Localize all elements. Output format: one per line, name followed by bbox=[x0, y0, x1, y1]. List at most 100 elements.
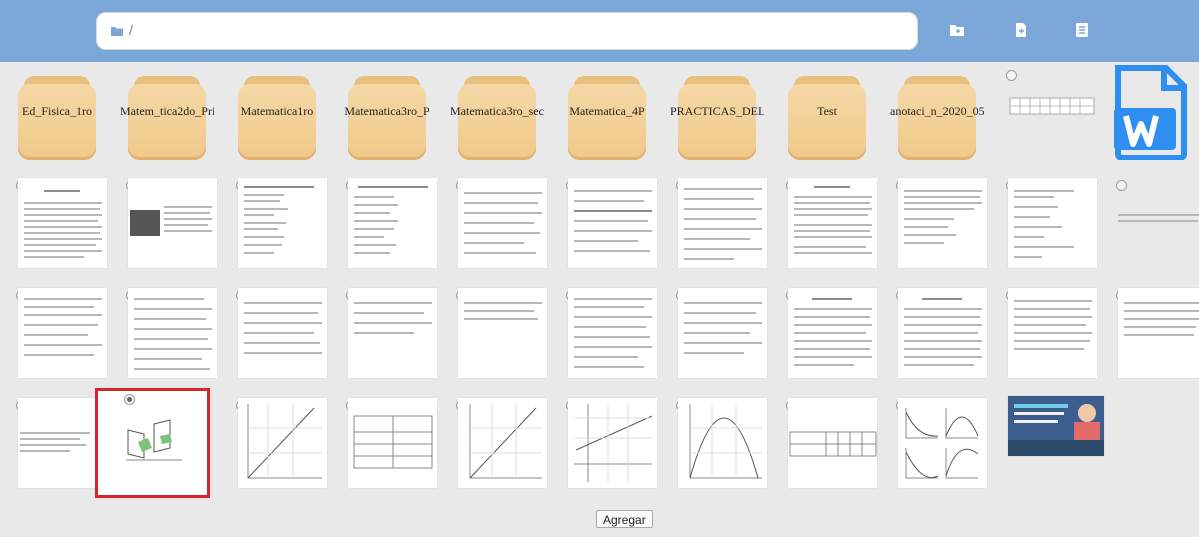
document-thumbnail bbox=[18, 178, 107, 268]
file-item[interactable] bbox=[118, 282, 225, 390]
graphs-thumbnail bbox=[898, 398, 987, 488]
file-item[interactable] bbox=[668, 392, 775, 500]
file-item[interactable] bbox=[558, 282, 665, 390]
file-item[interactable] bbox=[998, 172, 1105, 280]
document-thumbnail bbox=[458, 178, 547, 268]
file-item[interactable] bbox=[888, 392, 995, 500]
folder-item[interactable]: Matematica3ro_P bbox=[338, 62, 445, 170]
current-path: / bbox=[129, 22, 133, 38]
drawing-thumbnail bbox=[120, 416, 188, 473]
document-thumbnail bbox=[128, 288, 217, 378]
folder-graphic: Matematica3ro_secur bbox=[450, 76, 544, 160]
file-item[interactable] bbox=[558, 392, 665, 500]
document-thumbnail bbox=[678, 288, 767, 378]
document-thumbnail bbox=[238, 178, 327, 268]
file-item[interactable] bbox=[1108, 282, 1199, 390]
image-thumbnail bbox=[1008, 396, 1104, 456]
file-item[interactable] bbox=[448, 392, 555, 500]
file-item[interactable] bbox=[448, 282, 555, 390]
folder-item[interactable]: Ed_Fisica_1ro bbox=[8, 62, 115, 170]
graph-thumbnail bbox=[678, 398, 767, 488]
folder-label: anotaci_n_2020_05_( bbox=[890, 104, 984, 118]
path-bar[interactable]: / bbox=[96, 12, 918, 50]
file-item-selected[interactable] bbox=[94, 388, 212, 502]
folder-graphic: Matematica3ro_P bbox=[344, 76, 430, 160]
file-item[interactable] bbox=[558, 172, 665, 280]
new-folder-button[interactable] bbox=[948, 21, 966, 39]
file-item[interactable] bbox=[998, 392, 1105, 500]
folder-label: Matem_tica2do_Prim bbox=[120, 104, 214, 118]
document-thumbnail bbox=[898, 288, 987, 378]
folder-item[interactable]: Matem_tica2do_Prim bbox=[118, 62, 225, 170]
document-thumbnail bbox=[458, 288, 547, 378]
graph-thumbnail bbox=[458, 398, 547, 488]
add-button[interactable]: Agregar bbox=[596, 510, 653, 528]
file-item[interactable] bbox=[448, 172, 555, 280]
file-item[interactable] bbox=[1108, 172, 1199, 280]
file-item[interactable] bbox=[338, 392, 445, 500]
file-item[interactable] bbox=[228, 172, 335, 280]
file-item[interactable] bbox=[888, 282, 995, 390]
folder-label: Matematica1ro bbox=[240, 104, 314, 118]
folder-label: PRACTICAS_DEL_I bbox=[670, 104, 764, 118]
file-item[interactable] bbox=[778, 282, 885, 390]
table-thumbnail bbox=[788, 398, 877, 488]
folder-label: Matematica_4P bbox=[569, 104, 645, 118]
file-item[interactable] bbox=[228, 392, 335, 500]
table-thumbnail bbox=[348, 398, 437, 488]
new-file-button[interactable] bbox=[1012, 21, 1030, 39]
list-view-button[interactable] bbox=[1073, 21, 1091, 39]
document-thumbnail bbox=[898, 178, 987, 268]
folder-graphic: Test bbox=[788, 76, 866, 160]
document-thumbnail bbox=[568, 178, 657, 268]
document-thumbnail bbox=[788, 178, 877, 268]
list-icon bbox=[1076, 23, 1088, 37]
file-item[interactable] bbox=[118, 172, 225, 280]
select-radio[interactable] bbox=[1116, 180, 1127, 191]
folder-graphic: Ed_Fisica_1ro bbox=[18, 76, 96, 160]
folder-item[interactable]: Test bbox=[778, 62, 885, 170]
folder-graphic: PRACTICAS_DEL_I bbox=[670, 76, 764, 160]
graph-thumbnail bbox=[568, 398, 657, 488]
file-item[interactable] bbox=[338, 172, 445, 280]
document-thumbnail bbox=[18, 288, 107, 378]
document-thumbnail bbox=[238, 288, 327, 378]
file-item[interactable] bbox=[338, 282, 445, 390]
file-item[interactable] bbox=[8, 282, 115, 390]
folder-label: Test bbox=[817, 104, 837, 118]
folder-item[interactable]: Matematica1ro bbox=[228, 62, 335, 170]
word-document-icon bbox=[1114, 64, 1188, 165]
top-bar: / bbox=[0, 0, 1199, 62]
file-item[interactable] bbox=[8, 172, 115, 280]
document-thumbnail bbox=[568, 288, 657, 378]
file-item[interactable] bbox=[228, 282, 335, 390]
folder-label: Matematica3ro_secur bbox=[450, 104, 544, 118]
file-item[interactable] bbox=[778, 172, 885, 280]
select-radio[interactable] bbox=[1006, 70, 1017, 81]
file-item[interactable] bbox=[998, 282, 1105, 390]
folder-icon bbox=[110, 24, 124, 42]
folder-label: Ed_Fisica_1ro bbox=[22, 104, 92, 118]
document-thumbnail bbox=[1118, 288, 1199, 378]
file-item[interactable] bbox=[778, 392, 885, 500]
folder-item[interactable]: Matematica3ro_secur bbox=[448, 62, 555, 170]
folder-item[interactable]: PRACTICAS_DEL_I bbox=[668, 62, 775, 170]
file-grid: Ed_Fisica_1ro Matem_tica2do_Prim Matemat… bbox=[6, 62, 1199, 502]
folder-item[interactable]: anotaci_n_2020_05_( bbox=[888, 62, 995, 170]
folder-plus-icon bbox=[950, 25, 964, 36]
document-thumbnail bbox=[678, 178, 767, 268]
document-thumbnail bbox=[1118, 210, 1199, 230]
document-thumbnail bbox=[1008, 178, 1097, 268]
file-item[interactable] bbox=[668, 282, 775, 390]
file-item[interactable] bbox=[668, 172, 775, 280]
file-item[interactable] bbox=[888, 172, 995, 280]
file-item[interactable] bbox=[998, 62, 1105, 170]
folder-graphic: Matematica_4P bbox=[568, 76, 646, 160]
select-radio[interactable] bbox=[124, 394, 135, 405]
document-thumbnail bbox=[348, 178, 437, 268]
file-item[interactable] bbox=[1108, 62, 1199, 170]
document-thumbnail bbox=[1008, 288, 1097, 378]
folder-item[interactable]: Matematica_4P bbox=[558, 62, 665, 170]
folder-graphic: Matem_tica2do_Prim bbox=[120, 76, 214, 160]
table-thumbnail bbox=[1008, 84, 1097, 134]
